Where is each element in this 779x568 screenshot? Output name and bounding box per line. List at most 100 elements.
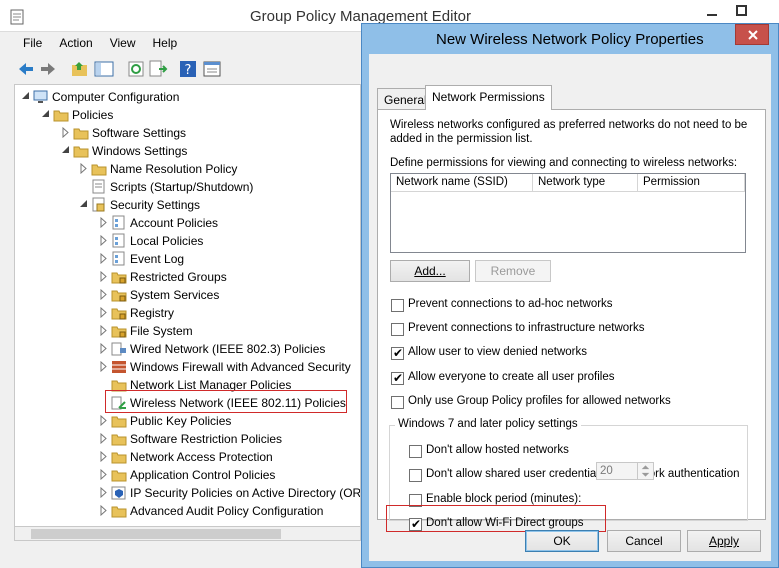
collapse-arrow-icon[interactable] (79, 199, 88, 210)
checkbox[interactable]: ✔ (391, 346, 404, 360)
tree-item-label: Advanced Audit Policy Configuration (130, 504, 324, 518)
menu-action[interactable]: Action (50, 33, 100, 50)
ok-button[interactable]: OK (525, 530, 599, 552)
apply-button[interactable]: Apply (687, 530, 761, 552)
checkbox[interactable] (391, 396, 404, 409)
export-list-icon[interactable] (148, 59, 168, 79)
computer-icon (33, 90, 48, 103)
expand-arrow-icon[interactable] (99, 487, 108, 498)
lock-folder-icon (111, 290, 127, 302)
dialog-title: New Wireless Network Policy Properties (436, 31, 704, 48)
expand-arrow-icon[interactable] (99, 415, 108, 426)
tab-network-permissions[interactable]: Network Permissions (425, 85, 552, 110)
tree-item-public-key-policies[interactable]: Public Key Policies (99, 412, 360, 430)
add-button[interactable]: Add... (390, 260, 470, 282)
tree-item-policies[interactable]: Policies (41, 106, 360, 124)
expand-arrow-icon[interactable] (99, 469, 108, 480)
checkbox[interactable]: ✔ (391, 371, 404, 385)
collapse-arrow-icon[interactable] (61, 145, 70, 156)
tree-item-application-control-policies[interactable]: Application Control Policies (99, 466, 360, 484)
define-permissions-label: Define permissions for viewing and conne… (390, 157, 738, 169)
tree-item-system-services[interactable]: System Services (99, 286, 360, 304)
no-expander (99, 379, 108, 390)
folder-icon (53, 110, 69, 122)
expand-arrow-icon[interactable] (99, 289, 108, 300)
expand-arrow-icon[interactable] (79, 163, 88, 174)
menu-file[interactable]: File (14, 33, 50, 50)
checkbox[interactable] (391, 299, 404, 312)
cancel-button[interactable]: Cancel (607, 530, 681, 552)
collapse-arrow-icon[interactable] (21, 91, 30, 102)
column-header-network-type[interactable]: Network type (533, 174, 638, 192)
tree-item-advanced-audit-policy-configuration[interactable]: Advanced Audit Policy Configuration (99, 502, 360, 520)
remove-button-label: Remove (490, 264, 536, 278)
expand-arrow-icon[interactable] (99, 235, 108, 246)
tree-item-windows-settings[interactable]: Windows Settings (61, 142, 360, 160)
tree-item-name-resolution-policy[interactable]: Name Resolution Policy (79, 160, 360, 178)
back-arrow-icon[interactable] (16, 59, 36, 79)
folder-icon (73, 128, 89, 140)
checkbox[interactable] (391, 323, 404, 336)
maximize-icon[interactable] (727, 0, 757, 22)
expand-arrow-icon[interactable] (99, 505, 108, 516)
tree-item-security-settings[interactable]: Security Settings (79, 196, 360, 214)
expand-arrow-icon[interactable] (99, 433, 108, 444)
forward-arrow-icon[interactable] (38, 59, 58, 79)
remove-button[interactable]: Remove (475, 260, 551, 282)
folder-icon (111, 416, 127, 428)
scrollbar-thumb[interactable] (31, 529, 281, 539)
tree-item-local-policies[interactable]: Local Policies (99, 232, 360, 250)
refresh-icon[interactable] (126, 59, 146, 79)
dialog-close-button[interactable] (735, 24, 769, 45)
tree-item-label: Event Log (130, 252, 185, 266)
properties-icon[interactable] (202, 59, 222, 79)
wired-network-icon (111, 342, 126, 356)
tree-item-ip-security-policies-on-active-directory-or[interactable]: IP Security Policies on Active Directory… (99, 484, 360, 502)
expand-arrow-icon[interactable] (99, 307, 108, 318)
show-hide-tree-icon[interactable] (94, 59, 114, 79)
console-tree[interactable]: Computer Configuration Policies Software S… (14, 84, 361, 540)
script-icon (92, 179, 105, 194)
tree-item-account-policies[interactable]: Account Policies (99, 214, 360, 232)
tree-item-registry[interactable]: Registry (99, 304, 360, 322)
tree-item-file-system[interactable]: File System (99, 322, 360, 340)
tree-item-scripts-startup-shutdown[interactable]: Scripts (Startup/Shutdown) (79, 178, 360, 196)
svg-text:?: ? (185, 63, 192, 78)
up-folder-icon[interactable] (70, 59, 90, 79)
column-header-ssid[interactable]: Network name (SSID) (391, 174, 533, 192)
tree-item-label: System Services (130, 288, 220, 302)
tree-item-network-access-protection[interactable]: Network Access Protection (99, 448, 360, 466)
tree-item-event-log[interactable]: Event Log (99, 250, 360, 268)
lock-folder-icon (111, 308, 127, 320)
help-icon[interactable]: ? (178, 59, 198, 79)
block-period-spinner[interactable]: 20 (596, 462, 654, 480)
checkbox[interactable] (409, 469, 422, 482)
minimize-icon[interactable] (697, 0, 727, 22)
dialog-title-bar[interactable]: New Wireless Network Policy Properties (362, 24, 778, 54)
checkbox[interactable] (409, 445, 422, 458)
tree-item-restricted-groups[interactable]: Restricted Groups (99, 268, 360, 286)
collapse-arrow-icon[interactable] (41, 109, 50, 120)
expand-arrow-icon[interactable] (99, 343, 108, 354)
tree-item-computer-configuration[interactable]: Computer Configuration (21, 88, 360, 106)
tree-horizontal-scrollbar[interactable] (14, 526, 361, 541)
expand-arrow-icon[interactable] (99, 451, 108, 462)
menu-view[interactable]: View (101, 33, 144, 50)
expand-arrow-icon[interactable] (99, 361, 108, 372)
expand-arrow-icon[interactable] (61, 127, 70, 138)
menu-help[interactable]: Help (144, 33, 186, 50)
tree-item-wired-network-ieee-802-3-policies[interactable]: Wired Network (IEEE 802.3) Policies (99, 340, 360, 358)
expand-arrow-icon[interactable] (99, 253, 108, 264)
column-header-permission[interactable]: Permission (638, 174, 745, 192)
expand-arrow-icon[interactable] (99, 325, 108, 336)
tree-item-label: Computer Configuration (52, 90, 180, 104)
tree-item-windows-firewall-with-advanced-security[interactable]: Windows Firewall with Advanced Security (99, 358, 360, 376)
tree-item-software-settings[interactable]: Software Settings (61, 124, 360, 142)
tree-item-software-restriction-policies[interactable]: Software Restriction Policies (99, 430, 360, 448)
permission-list[interactable]: Network name (SSID) Network type Permiss… (390, 173, 746, 253)
spinner-arrows-icon[interactable] (637, 463, 653, 479)
ok-button-label: OK (553, 534, 571, 548)
expand-arrow-icon[interactable] (99, 271, 108, 282)
folder-icon (111, 452, 127, 464)
expand-arrow-icon[interactable] (99, 217, 108, 228)
